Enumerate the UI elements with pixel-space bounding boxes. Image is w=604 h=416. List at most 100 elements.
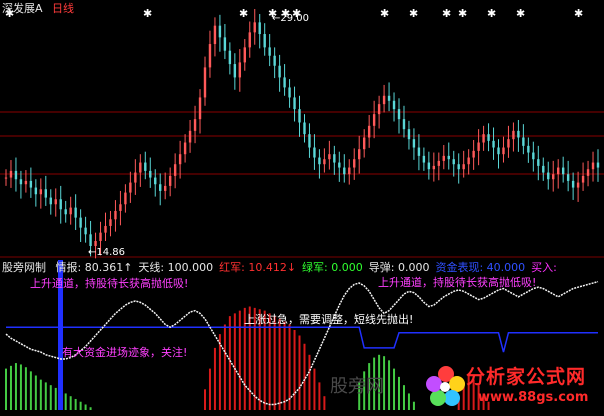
period-label[interactable]: 日线: [52, 2, 74, 15]
candle-body: [462, 164, 465, 170]
candle-body: [139, 162, 142, 173]
candle-body: [348, 167, 351, 175]
candle-body: [79, 217, 82, 228]
candle-body: [432, 165, 436, 170]
candle-body: [213, 25, 217, 45]
candle-body: [149, 170, 152, 178]
candle-body: [49, 197, 52, 205]
candle-body: [258, 22, 261, 35]
candle-body: [144, 162, 147, 171]
candle-body: [571, 180, 575, 188]
buy-marker-icon: ✱: [487, 7, 496, 20]
candle-body: [293, 97, 296, 110]
annotation-text: 上升通道，持股待长获高抛低吸!: [30, 276, 188, 290]
candle-body: [358, 149, 361, 160]
candle-body: [412, 139, 416, 148]
indicator-item-5: 资金表现: 40.000: [435, 261, 526, 274]
candle-body: [4, 177, 8, 179]
buy-marker-icon: ✱: [143, 7, 152, 20]
candle-body: [39, 189, 43, 195]
site-url[interactable]: www.88gs.com: [478, 390, 588, 405]
candle-body: [467, 157, 470, 165]
candle-body: [547, 172, 550, 180]
candle-body: [407, 129, 411, 140]
candle-body: [377, 104, 381, 115]
candle-body: [104, 225, 107, 233]
candle-body: [129, 182, 132, 193]
candle-body: [208, 44, 212, 68]
candle-body: [109, 219, 112, 226]
candle-body: [223, 37, 227, 51]
candle-body: [268, 47, 271, 56]
chart-window: ✱ ✱ ✱ ✱ ✱ ✱ ✱ ✱ ✱ ✱ ✱ ✱ ✱ ←29.00 ←14.86 上升通道，持股待长获高抛低吸!…: [0, 0, 604, 416]
candle-body: [168, 175, 172, 186]
candle-body: [178, 154, 182, 165]
candle-body: [487, 134, 490, 141]
buy-marker-icon: ✱: [380, 7, 389, 20]
candle-body: [338, 162, 341, 168]
candle-body: [273, 55, 276, 66]
candle-body: [29, 180, 33, 188]
candle-body: [193, 119, 197, 131]
candle-body: [14, 170, 18, 180]
indicator-item-2: 红军: 10.412↓: [219, 261, 297, 274]
candle-body: [497, 147, 500, 155]
candle-body: [248, 32, 251, 48]
candle-body: [173, 164, 177, 176]
candle-body: [353, 159, 356, 168]
candle-body: [382, 95, 386, 105]
candle-body: [542, 165, 545, 173]
low-price-label: ←14.86: [88, 247, 125, 258]
candle-body: [537, 159, 540, 166]
candle-body: [447, 155, 450, 160]
candle-body: [34, 187, 38, 195]
candle-body: [9, 170, 13, 178]
candle-body: [218, 25, 222, 38]
candle-body: [74, 207, 77, 218]
candle-body: [253, 22, 256, 33]
buy-marker-icon: ✱: [516, 7, 525, 20]
indicator-items: 情报: 80.361↑ 天线: 100.000 红军: 10.412↓ 绿军: 0.0…: [56, 261, 563, 274]
candle-body: [502, 147, 505, 155]
candle-body: [442, 155, 445, 161]
candle-body: [552, 174, 555, 180]
indicator-name[interactable]: 股旁网制: [2, 261, 46, 274]
candle-body: [323, 159, 326, 165]
candle-body: [422, 155, 426, 163]
candle-body: [576, 182, 580, 188]
candle-body: [134, 172, 137, 183]
candle-body: [44, 189, 47, 198]
candle-body: [581, 175, 585, 183]
annotation-text: 有大资金进场迹象，关注!: [62, 345, 187, 359]
candle-body: [303, 122, 306, 135]
indicator-item-1: 天线: 100.000: [138, 261, 214, 274]
candle-body: [586, 169, 590, 176]
candle-body: [114, 210, 117, 220]
indicator-item-4: 导弹: 0.000: [368, 261, 430, 274]
stock-name: 深发展A: [2, 2, 43, 15]
watermark-faint: 股旁网: [330, 376, 384, 397]
candle-body: [278, 65, 281, 78]
chart-canvas[interactable]: ✱ ✱ ✱ ✱ ✱ ✱ ✱ ✱ ✱ ✱ ✱ ✱ ✱←29.00←14.86上升通道，持股待长获高抛低吸!…: [0, 0, 604, 416]
candle-body: [512, 130, 515, 140]
annotation-text: 上涨过急，需要调整，短线先抛出!: [244, 312, 413, 326]
candle-body: [591, 162, 595, 170]
candle-body: [298, 109, 301, 123]
candle-body: [333, 154, 336, 163]
buy-marker-icon: ✱: [409, 7, 418, 20]
site-name: 分析家公式网: [466, 366, 587, 388]
candle-body: [99, 232, 102, 241]
candle-body: [328, 154, 331, 160]
candle-body: [457, 164, 460, 170]
candle-body: [507, 139, 510, 148]
indicator-bar: 股旁网制 情报: 80.361↑ 天线: 100.000 红军: 10.412↓ 绿军…: [2, 259, 569, 275]
candle-body: [522, 137, 525, 146]
candle-body: [557, 167, 560, 175]
flower-logo-icon: [426, 366, 465, 406]
candle-body: [417, 147, 421, 156]
candle-body: [54, 199, 57, 205]
candle-body: [517, 130, 520, 138]
candle-body: [238, 62, 242, 78]
candle-body: [64, 209, 67, 215]
candle-body: [24, 180, 28, 185]
